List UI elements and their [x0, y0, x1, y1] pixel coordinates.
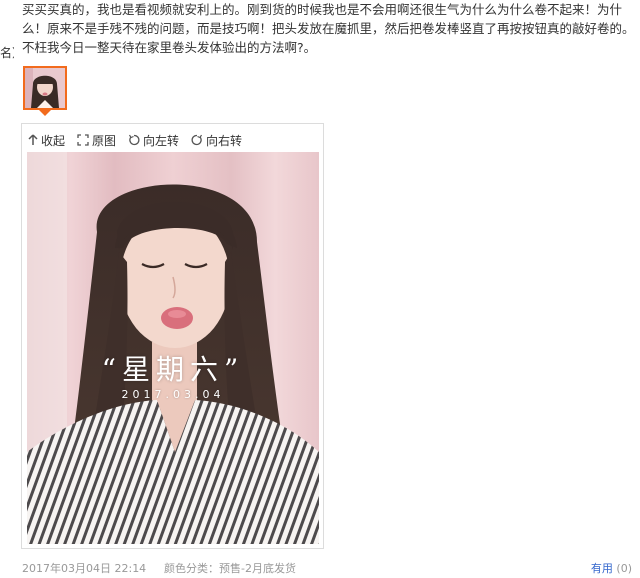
thumbnail-pointer: [39, 110, 51, 116]
photo-date-stamp: 2017.03.04: [121, 388, 225, 401]
review-text: 买买买真的，我也是看视频就安利上的。刚到货的时候我也是不会用啊还很生气为什么为什…: [22, 0, 638, 57]
photo-thumbnail[interactable]: [23, 66, 67, 110]
useful-label[interactable]: 有用: [591, 562, 613, 575]
rotate-left-label: 向左转: [143, 133, 180, 148]
collapse-button[interactable]: 收起: [28, 132, 65, 149]
rotate-right-button[interactable]: 向右转: [191, 132, 242, 149]
original-label: 原图: [92, 133, 117, 148]
photo-caption: “星期六”: [101, 353, 245, 386]
review-body: 买买买真的，我也是看视频就安利上的。刚到货的时候我也是不会用啊还很生气为什么为什…: [22, 2, 635, 55]
fullsize-icon: [77, 134, 89, 146]
original-image-button[interactable]: 原图: [77, 132, 116, 149]
useful-count: (0): [616, 562, 632, 575]
rotate-right-label: 向右转: [206, 133, 243, 148]
review-photo[interactable]: “星期六” 2017.03.04: [27, 152, 319, 544]
viewer-toolbar: 收起 原图 向左转 向右转: [28, 130, 242, 150]
product-variant: 颜色分类：预售-2月底发货: [164, 562, 296, 575]
collapse-label: 收起: [41, 133, 66, 148]
side-fragment: 名）: [0, 46, 14, 60]
photo-viewer: 收起 原图 向左转 向右转 “星期六” 2017.03.04: [21, 123, 324, 549]
review-date: 2017年03月04日 22:14: [22, 562, 147, 575]
rotate-left-button[interactable]: 向左转: [128, 132, 179, 149]
collapse-arrow-icon: [28, 134, 38, 145]
useful-button[interactable]: 有用 (0): [591, 560, 632, 576]
rotate-right-icon: [191, 134, 203, 146]
review-footer: 2017年03月04日 22:14 颜色分类：预售-2月底发货 有用 (0): [22, 560, 632, 576]
rotate-left-icon: [129, 134, 140, 146]
